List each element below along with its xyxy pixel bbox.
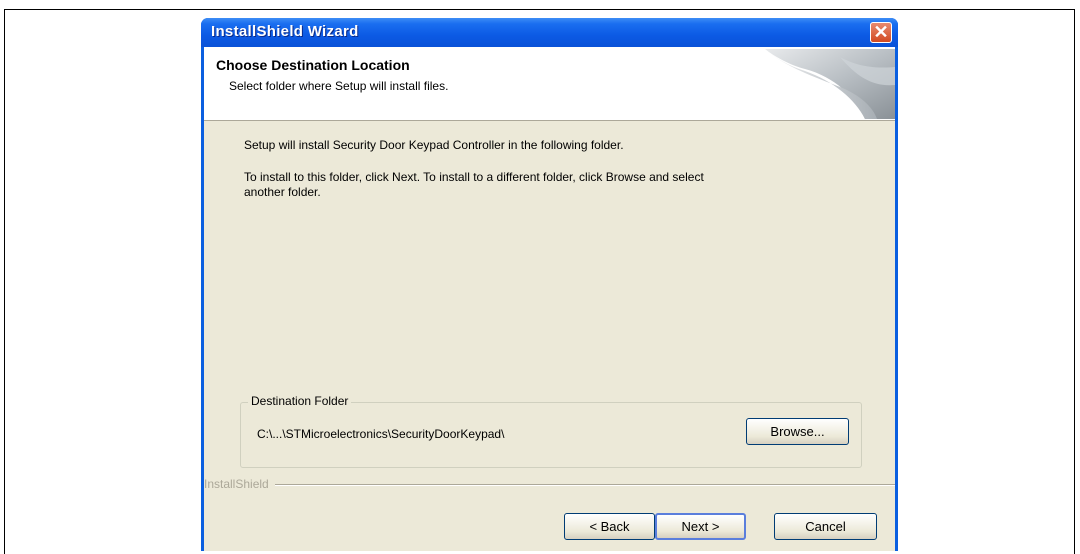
instruction-text-line-2: another folder.	[244, 185, 321, 199]
cancel-button[interactable]: Cancel	[774, 513, 877, 540]
title-bar[interactable]: InstallShield Wizard ✕	[201, 18, 898, 47]
close-icon[interactable]: ✕	[870, 22, 892, 43]
instruction-text-line-1: To install to this folder, click Next. T…	[244, 170, 704, 184]
page-curl-graphic-icon	[765, 49, 895, 119]
page-title: Choose Destination Location	[216, 57, 410, 73]
intro-text: Setup will install Security Door Keypad …	[244, 138, 624, 152]
window-title: InstallShield Wizard	[211, 23, 359, 40]
installshield-wizard-dialog: InstallShield Wizard ✕ Choose Destinatio…	[201, 18, 898, 551]
wizard-header: Choose Destination Location Select folde…	[204, 47, 895, 121]
brand-label: InstallShield	[204, 477, 275, 491]
destination-folder-group: Destination Folder C:\...\STMicroelectro…	[240, 394, 862, 468]
page-subtitle: Select folder where Setup will install f…	[229, 79, 449, 93]
installshield-brand-line: InstallShield	[204, 477, 895, 491]
back-button[interactable]: < Back	[564, 513, 655, 540]
destination-folder-legend: Destination Folder	[248, 394, 352, 408]
next-button[interactable]: Next >	[655, 513, 746, 540]
browse-button[interactable]: Browse...	[746, 418, 849, 445]
wizard-client-area: Choose Destination Location Select folde…	[204, 47, 895, 551]
brand-separator	[204, 484, 895, 486]
destination-path: C:\...\STMicroelectronics\SecurityDoorKe…	[257, 427, 505, 441]
